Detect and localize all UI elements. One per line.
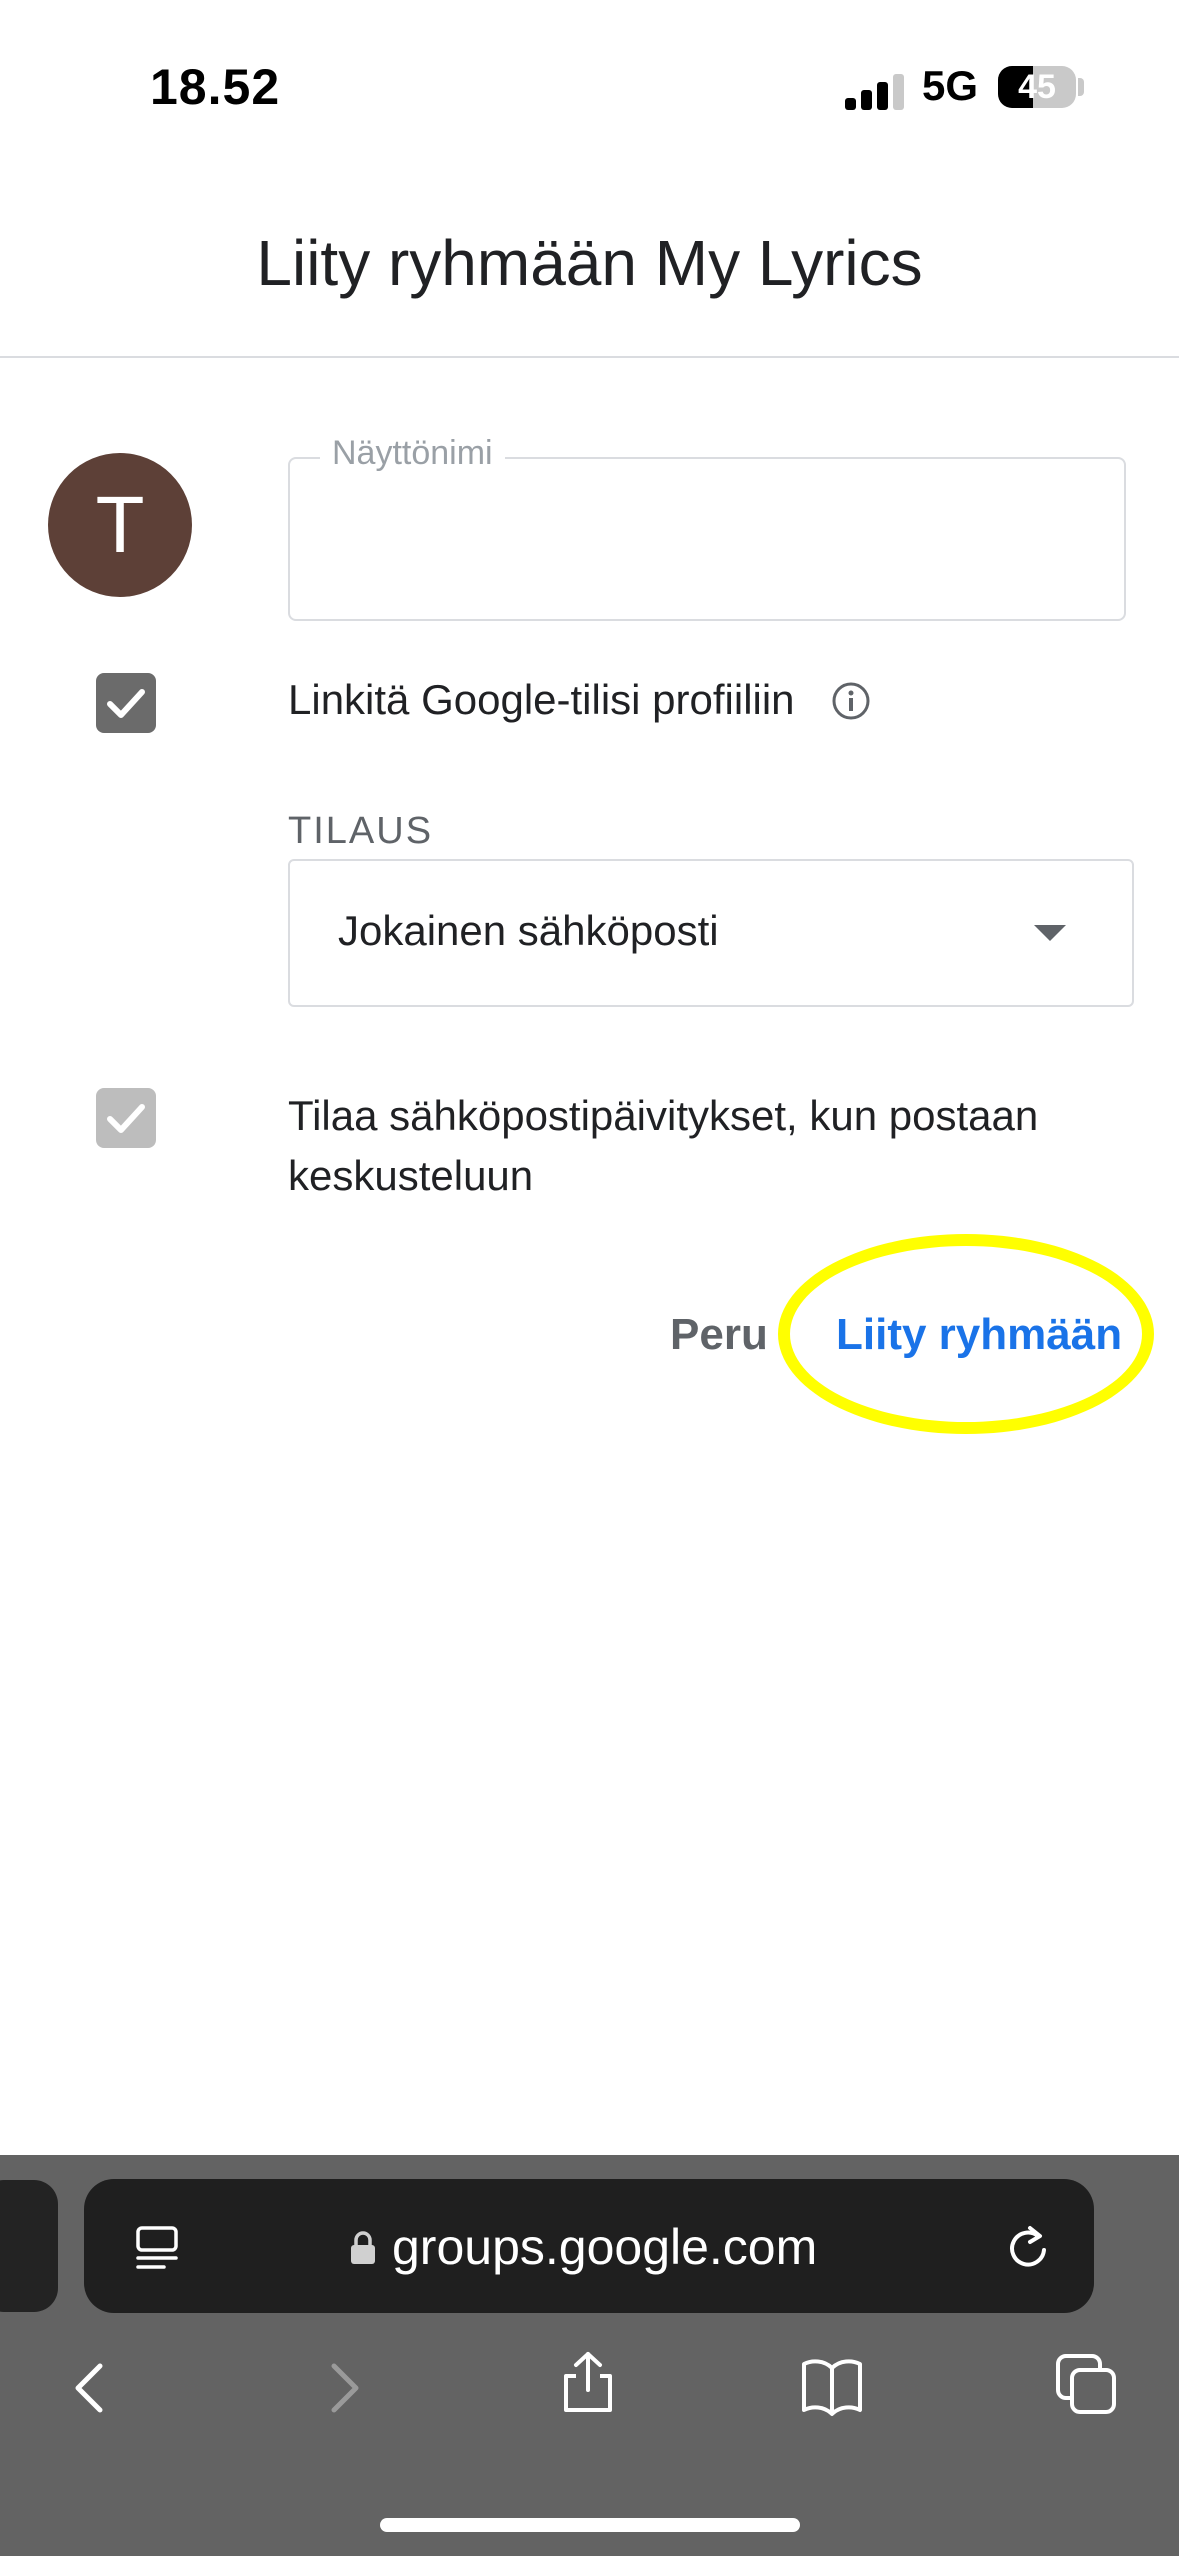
battery-percent: 45	[1018, 68, 1056, 106]
back-icon[interactable]	[60, 2356, 124, 2420]
link-profile-checkbox[interactable]	[96, 673, 156, 733]
subscription-label: TILAUS	[288, 810, 434, 852]
subscription-selected-value[interactable]: Jokainen sähköposti	[338, 907, 719, 955]
cellular-signal-icon	[845, 70, 905, 110]
checkmark-icon	[107, 689, 145, 718]
page-title: Liity ryhmään My Lyrics	[256, 227, 923, 299]
battery-icon: 45	[998, 66, 1076, 108]
header-divider	[0, 356, 1179, 358]
dropdown-arrow-icon[interactable]	[1034, 925, 1066, 941]
forward-icon[interactable]	[310, 2356, 374, 2420]
network-type: 5G	[922, 62, 979, 109]
link-profile-label: Linkitä Google-tilisi profiiliin	[288, 676, 795, 723]
avatar: T	[48, 453, 192, 597]
tabs-icon[interactable]	[1054, 2352, 1118, 2416]
cancel-button[interactable]: Peru	[670, 1310, 768, 1360]
subscribe-updates-label: Tilaa sähköpostipäivitykset, kun postaan…	[288, 1092, 1039, 1199]
battery-cap	[1078, 78, 1084, 96]
share-icon[interactable]	[556, 2350, 620, 2414]
info-icon[interactable]	[830, 680, 872, 722]
page-menu-icon[interactable]	[132, 2222, 182, 2272]
lock-icon	[351, 2231, 375, 2264]
subscribe-updates-checkbox[interactable]	[96, 1088, 156, 1148]
checkmark-icon	[107, 1104, 145, 1133]
previous-tab-preview[interactable]	[0, 2180, 58, 2312]
display-name-field[interactable]	[288, 457, 1126, 621]
display-name-label: Näyttönimi	[320, 434, 505, 473]
url-text[interactable]: groups.google.com	[392, 2218, 817, 2276]
reload-icon[interactable]	[1000, 2220, 1056, 2276]
display-name-input[interactable]	[290, 459, 1124, 619]
home-indicator[interactable]	[380, 2518, 800, 2532]
join-group-button[interactable]: Liity ryhmään	[836, 1310, 1122, 1360]
status-time: 18.52	[150, 59, 281, 115]
bookmarks-icon[interactable]	[800, 2354, 864, 2418]
